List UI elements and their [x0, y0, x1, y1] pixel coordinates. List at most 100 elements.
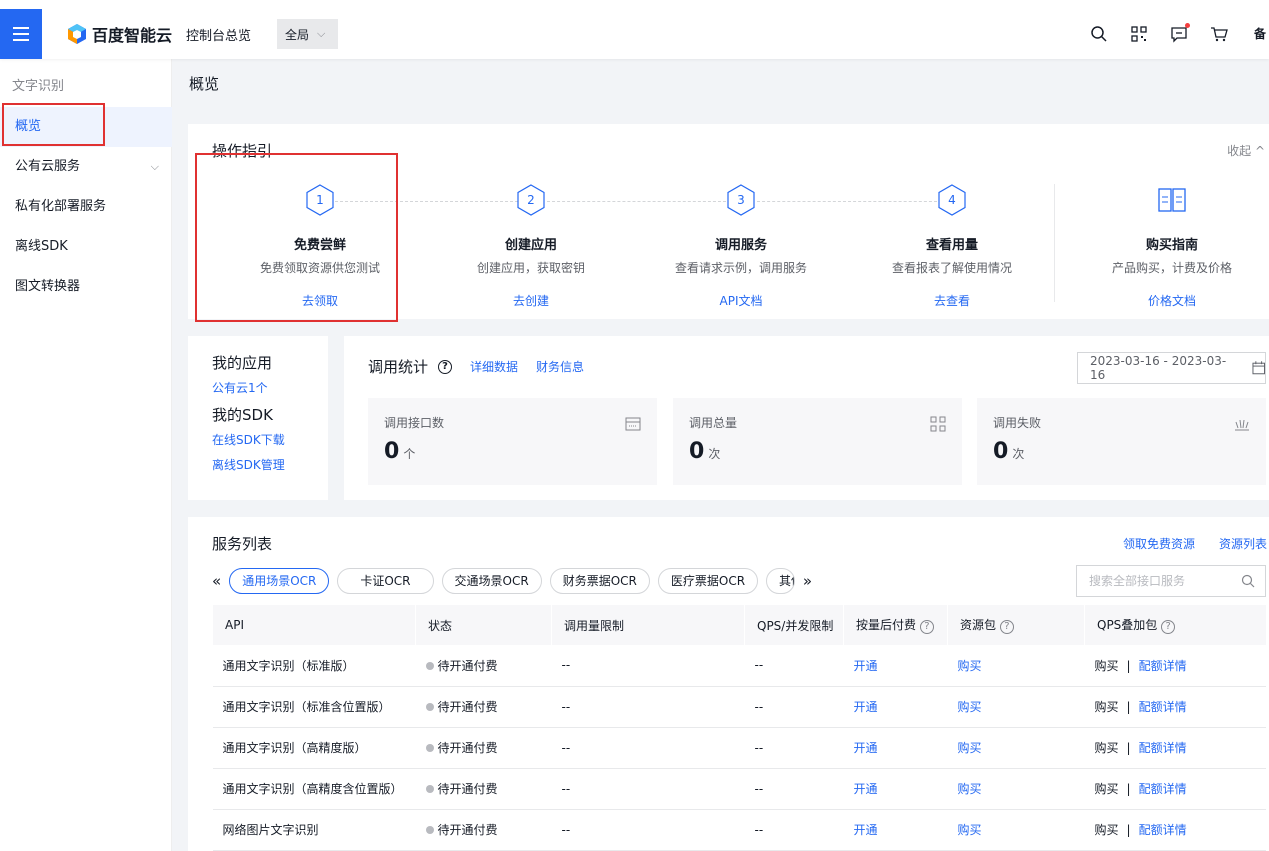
- step-desc: 查看请求示例，调用服务: [674, 261, 807, 275]
- status-text: 待开通付费: [437, 823, 498, 837]
- notification-dot: [1185, 23, 1190, 28]
- step-number-icon: 3: [727, 184, 755, 216]
- region-select[interactable]: 全局 ⌵: [277, 19, 338, 49]
- chevron-up-icon: ^: [1254, 144, 1265, 158]
- double-chevron-right-icon[interactable]: »: [803, 572, 812, 590]
- stat-unit: 次: [1012, 447, 1025, 461]
- col-header-qps-pack: QPS叠加包 ?: [1084, 605, 1266, 645]
- guide-divider: [1054, 184, 1055, 302]
- quota-detail-link[interactable]: 配额详情: [1139, 700, 1187, 714]
- help-icon[interactable]: ?: [1161, 620, 1176, 634]
- qps-limit: --: [744, 645, 844, 687]
- step-title: 查看用量: [925, 238, 978, 253]
- activate-link[interactable]: 开通: [854, 659, 878, 673]
- status-text: 待开通付费: [437, 658, 498, 673]
- api-name: 通用文字识别（高精度含位置版）: [212, 768, 416, 810]
- activate-link[interactable]: 开通: [854, 700, 878, 714]
- offline-sdk-link[interactable]: 离线SDK管理: [212, 456, 304, 473]
- qps-pack-cell: 购买 | 配额详情: [1084, 686, 1266, 728]
- status-dot: [425, 661, 434, 670]
- buy-pack-link[interactable]: 购买: [958, 659, 982, 673]
- double-chevron-left-icon[interactable]: «: [212, 572, 221, 590]
- sidebar-item-offline-sdk[interactable]: 离线SDK: [0, 227, 171, 267]
- sidebar-item-label: 公有云服务: [15, 159, 81, 174]
- stat-card-total-calls: 调用总量 0次: [673, 398, 962, 485]
- sidebar-item-private-deploy[interactable]: 私有化部署服务: [0, 187, 171, 227]
- status-cell: 待开通付费: [415, 727, 552, 769]
- qrcode-icon[interactable]: [1130, 25, 1148, 43]
- tab-other[interactable]: 其他: [766, 568, 795, 594]
- signal-icon: [1235, 419, 1249, 431]
- service-list-panel: 服务列表 领取免费资源 资源列表 « 通用场景OCR 卡证OCR 交通场景OCR…: [188, 517, 1269, 851]
- help-icon[interactable]: ?: [919, 620, 934, 634]
- stat-value: 0: [384, 439, 400, 464]
- step-link[interactable]: 去查看: [852, 292, 1052, 309]
- calendar-icon: [1252, 361, 1265, 375]
- col-header-pack: 资源包 ?: [947, 605, 1085, 645]
- qps-limit: --: [744, 809, 844, 851]
- status-cell: 待开通付费: [415, 809, 552, 851]
- chevron-down-icon: ⌵: [150, 160, 159, 173]
- buy-pack-link[interactable]: 购买: [958, 700, 982, 714]
- tab-medical-ocr[interactable]: 医疗票据OCR: [657, 568, 759, 594]
- top-bar: 百度智能云 控制台总览 全局 ⌵ 备: [0, 0, 1269, 59]
- console-overview-link[interactable]: 控制台总览: [186, 25, 251, 44]
- date-range-picker[interactable]: 2023-03-16 - 2023-03-16: [1077, 352, 1266, 384]
- col-header-call-limit: 调用量限制: [551, 605, 745, 645]
- detail-data-link[interactable]: 详细数据: [470, 358, 518, 375]
- activate-link[interactable]: 开通: [854, 782, 878, 796]
- message-icon[interactable]: [1170, 23, 1190, 43]
- buy-pack-link[interactable]: 购买: [958, 741, 982, 755]
- help-icon[interactable]: ?: [999, 620, 1014, 634]
- quota-detail-link[interactable]: 配额详情: [1139, 659, 1187, 673]
- activate-link[interactable]: 开通: [854, 823, 878, 837]
- help-icon[interactable]: ?: [438, 359, 453, 374]
- sidebar-item-converter[interactable]: 图文转换器: [0, 267, 171, 307]
- public-cloud-app-link[interactable]: 公有云1个: [212, 379, 304, 396]
- cart-icon[interactable]: [1210, 25, 1228, 43]
- postpaid-cell: 开通: [843, 809, 948, 851]
- sidebar-title: 文字识别: [12, 79, 65, 94]
- buy-qps-link[interactable]: 购买: [1095, 741, 1119, 755]
- buy-qps-link[interactable]: 购买: [1095, 659, 1119, 673]
- sidebar-item-label: 离线SDK: [15, 239, 68, 254]
- service-search-input[interactable]: 搜索全部接口服务: [1076, 565, 1266, 597]
- online-sdk-link[interactable]: 在线SDK下载: [212, 431, 304, 448]
- buy-pack-link[interactable]: 购买: [958, 782, 982, 796]
- buy-qps-link[interactable]: 购买: [1095, 782, 1119, 796]
- finance-info-link[interactable]: 财务信息: [536, 358, 584, 375]
- guide-step-purchase: 购买指南 产品购买，计费及价格 价格文档: [1072, 184, 1269, 309]
- sidebar-item-public-cloud[interactable]: 公有云服务 ⌵: [0, 147, 171, 187]
- quota-detail-link[interactable]: 配额详情: [1139, 741, 1187, 755]
- api-name: 通用文字识别（标准含位置版）: [212, 686, 416, 728]
- postpaid-cell: 开通: [843, 686, 948, 728]
- tab-card-ocr[interactable]: 卡证OCR: [337, 568, 434, 594]
- api-name: 通用文字识别（高精度版）: [212, 727, 416, 769]
- baidu-cloud-logo[interactable]: 百度智能云: [66, 22, 172, 46]
- search-icon[interactable]: [1090, 25, 1108, 43]
- step-link[interactable]: 去创建: [431, 292, 631, 309]
- status-cell: 待开通付费: [415, 768, 552, 810]
- call-limit: --: [551, 686, 745, 728]
- hamburger-menu-button[interactable]: [0, 9, 42, 59]
- quota-detail-link[interactable]: 配额详情: [1139, 782, 1187, 796]
- buy-pack-link[interactable]: 购买: [958, 823, 982, 837]
- activate-link[interactable]: 开通: [854, 741, 878, 755]
- step-link[interactable]: API文档: [641, 292, 841, 309]
- tab-finance-ocr[interactable]: 财务票据OCR: [549, 568, 650, 594]
- tab-traffic-ocr[interactable]: 交通场景OCR: [441, 568, 542, 594]
- tab-general-ocr[interactable]: 通用场景OCR: [229, 568, 330, 594]
- service-table: API 状态 调用量限制 QPS/并发限制 按量后付费 ? 资源包 ? QPS叠…: [212, 605, 1266, 851]
- my-sdk-title: 我的SDK: [212, 406, 273, 424]
- filing-link[interactable]: 备: [1254, 25, 1266, 42]
- status-text: 待开通付费: [437, 782, 498, 796]
- collapse-button[interactable]: 收起 ^: [1227, 142, 1265, 159]
- resource-list-link[interactable]: 资源列表: [1219, 535, 1267, 552]
- free-resource-link[interactable]: 领取免费资源: [1123, 535, 1195, 552]
- buy-qps-link[interactable]: 购买: [1095, 700, 1119, 714]
- status-text: 待开通付费: [437, 700, 498, 714]
- stat-unit: 个: [403, 447, 416, 461]
- step-link[interactable]: 价格文档: [1072, 292, 1269, 309]
- buy-qps-link[interactable]: 购买: [1095, 823, 1119, 837]
- quota-detail-link[interactable]: 配额详情: [1139, 823, 1187, 837]
